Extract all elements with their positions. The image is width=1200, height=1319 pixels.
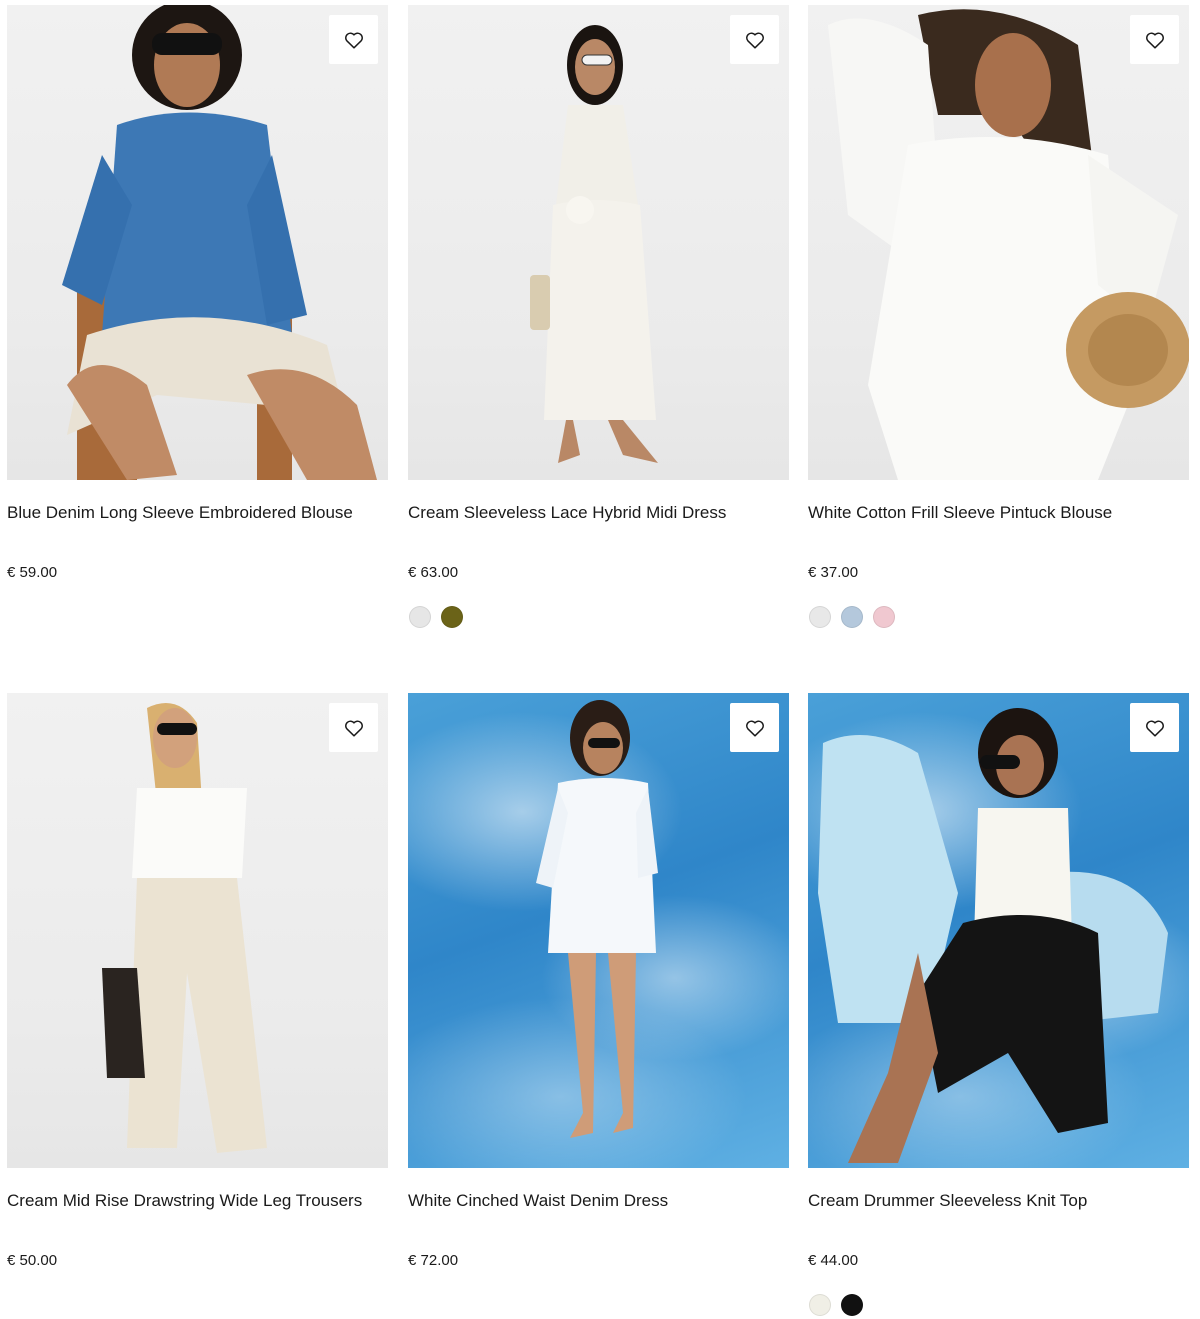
wishlist-button[interactable]: [730, 15, 779, 64]
product-image[interactable]: [408, 693, 789, 1168]
wishlist-button[interactable]: [730, 703, 779, 752]
wishlist-button[interactable]: [329, 703, 378, 752]
model-cream-knit-top-photo: [818, 708, 1168, 1163]
heart-outline-icon: [344, 32, 363, 49]
color-swatch[interactable]: [809, 1294, 831, 1316]
color-swatches: [809, 1294, 863, 1316]
color-swatch[interactable]: [841, 1294, 863, 1316]
product-name[interactable]: Blue Denim Long Sleeve Embroidered Blous…: [7, 503, 388, 523]
model-cream-wide-leg-trousers-photo: [102, 703, 267, 1153]
heart-outline-icon: [745, 720, 764, 737]
product-image[interactable]: [408, 5, 789, 480]
color-swatch[interactable]: [441, 606, 463, 628]
product-name[interactable]: Cream Sleeveless Lace Hybrid Midi Dress: [408, 503, 789, 523]
color-swatches: [809, 606, 895, 628]
product-card[interactable]: Cream Mid Rise Drawstring Wide Leg Trous…: [7, 693, 388, 1269]
wishlist-button[interactable]: [1130, 15, 1179, 64]
wishlist-button[interactable]: [329, 15, 378, 64]
color-swatch[interactable]: [841, 606, 863, 628]
color-swatches: [409, 606, 463, 628]
product-name[interactable]: Cream Drummer Sleeveless Knit Top: [808, 1191, 1189, 1211]
heart-outline-icon: [1145, 720, 1164, 737]
wishlist-button[interactable]: [1130, 703, 1179, 752]
product-price: € 72.00: [408, 1252, 459, 1269]
product-price: € 63.00: [408, 564, 459, 581]
product-name[interactable]: Cream Mid Rise Drawstring Wide Leg Trous…: [7, 1191, 388, 1211]
product-card[interactable]: White Cotton Frill Sleeve Pintuck Blouse…: [808, 5, 1189, 628]
heart-outline-icon: [1145, 32, 1164, 49]
product-name[interactable]: White Cinched Waist Denim Dress: [408, 1191, 789, 1211]
product-card[interactable]: White Cinched Waist Denim Dress € 72.00: [408, 693, 789, 1269]
product-image[interactable]: [808, 693, 1189, 1168]
model-blue-denim-blouse-photo: [62, 5, 377, 480]
product-price: € 50.00: [7, 1252, 58, 1269]
model-white-denim-dress-photo: [536, 700, 658, 1138]
product-name[interactable]: White Cotton Frill Sleeve Pintuck Blouse: [808, 503, 1189, 523]
color-swatch[interactable]: [409, 606, 431, 628]
product-price: € 44.00: [808, 1252, 859, 1269]
product-card[interactable]: Cream Drummer Sleeveless Knit Top € 44.0…: [808, 693, 1189, 1316]
product-image[interactable]: [7, 5, 388, 480]
product-grid: Blue Denim Long Sleeve Embroidered Blous…: [0, 0, 1200, 1319]
product-price: € 37.00: [808, 564, 859, 581]
color-swatch[interactable]: [809, 606, 831, 628]
product-price: € 59.00: [7, 564, 58, 581]
color-swatch[interactable]: [873, 606, 895, 628]
product-card[interactable]: Cream Sleeveless Lace Hybrid Midi Dress …: [408, 5, 789, 628]
product-image[interactable]: [7, 693, 388, 1168]
product-image[interactable]: [808, 5, 1189, 480]
heart-outline-icon: [344, 720, 363, 737]
heart-outline-icon: [745, 32, 764, 49]
product-card[interactable]: Blue Denim Long Sleeve Embroidered Blous…: [7, 5, 388, 581]
model-white-pintuck-blouse-photo: [828, 9, 1189, 480]
model-cream-midi-dress-photo: [530, 25, 658, 463]
